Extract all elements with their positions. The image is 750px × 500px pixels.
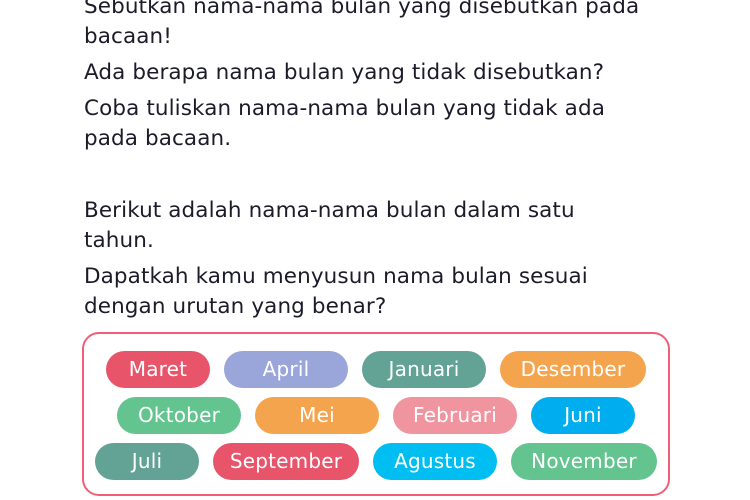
intro-question-line-1: Dapatkah kamu menyusun nama bulan sesuai xyxy=(84,264,588,289)
question-3-line-2: pada bacaan. xyxy=(84,126,232,151)
question-1-line-2: bacaan! xyxy=(84,24,172,49)
months-row: Maret April Januari Desember xyxy=(96,346,656,392)
month-pill-mei[interactable]: Mei xyxy=(255,396,379,434)
month-pill-desember[interactable]: Desember xyxy=(500,350,646,388)
question-1: Sebutkan nama-nama bulan yang disebutkan… xyxy=(84,0,684,52)
month-pill-september[interactable]: September xyxy=(213,442,359,480)
months-panel: Maret April Januari Desember Oktober Mei Febr… xyxy=(82,332,670,496)
months-row: Oktober Mei Februari Juni xyxy=(96,392,656,438)
worksheet-page: Sebutkan nama-nama bulan yang disebutkan… xyxy=(0,0,750,500)
month-pill-november[interactable]: November xyxy=(511,442,657,480)
month-pill-oktober[interactable]: Oktober xyxy=(117,396,241,434)
questions-text-block: Sebutkan nama-nama bulan yang disebutkan… xyxy=(84,0,684,162)
month-pill-agustus[interactable]: Agustus xyxy=(373,442,497,480)
intro-statement-line-1: Berikut adalah nama-nama bulan dalam sat… xyxy=(84,198,575,223)
months-row: Juli September Agustus November xyxy=(95,438,657,484)
question-1-line-1: Sebutkan nama-nama bulan yang disebutkan… xyxy=(84,0,640,19)
question-2: Ada berapa nama bulan yang tidak disebut… xyxy=(84,60,605,85)
month-pill-juni[interactable]: Juni xyxy=(531,396,635,434)
month-pill-maret[interactable]: Maret xyxy=(106,350,210,388)
intro-question: Dapatkah kamu menyusun nama bulan sesuai… xyxy=(84,262,684,322)
intro-statement: Berikut adalah nama-nama bulan dalam sat… xyxy=(84,196,684,256)
question-3-line-1: Coba tuliskan nama-nama bulan yang tidak… xyxy=(84,96,605,121)
month-pill-januari[interactable]: Januari xyxy=(362,350,486,388)
month-pill-april[interactable]: April xyxy=(224,350,348,388)
month-pill-juli[interactable]: Juli xyxy=(95,442,199,480)
intro-text-block: Berikut adalah nama-nama bulan dalam sat… xyxy=(84,196,684,330)
question-3: Coba tuliskan nama-nama bulan yang tidak… xyxy=(84,94,684,154)
month-pill-februari[interactable]: Februari xyxy=(393,396,517,434)
intro-question-line-2: dengan urutan yang benar? xyxy=(84,294,387,319)
intro-statement-line-2: tahun. xyxy=(84,228,154,253)
